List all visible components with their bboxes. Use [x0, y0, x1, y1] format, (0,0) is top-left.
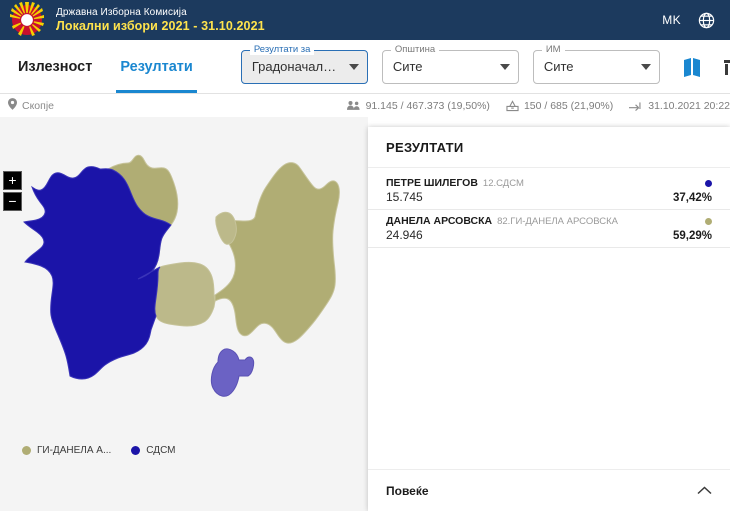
header-actions: MK — [662, 11, 716, 30]
app-header: Државна Изборна Комисија Локални избори … — [0, 0, 730, 40]
map-region-olive-peak[interactable] — [215, 211, 237, 245]
candidate-figures: 15.745 37,42% — [386, 190, 712, 204]
bar-chart-view-icon[interactable] — [722, 55, 730, 79]
map-container[interactable]: + − ГИ-ДАНЕЛА А... СДСМ — [0, 117, 368, 511]
candidate-name: ПЕТРЕ ШИЛЕГОВ — [386, 177, 478, 189]
ballot-box-stat-text: 150 / 685 (21,90%) — [523, 99, 614, 112]
results-list: ПЕТРЕ ШИЛЕГОВ 12.СДСМ 15.745 37,42% ДАНЕ… — [368, 168, 730, 469]
results-for-value: Градоначалник на... — [251, 59, 341, 74]
im-legend: ИМ — [541, 43, 565, 55]
candidate-name: ДАНЕЛА АРСОВСКА — [386, 215, 493, 227]
candidate-votes: 24.946 — [386, 228, 423, 242]
ballot-box-icon — [506, 99, 519, 112]
language-code[interactable]: MK — [662, 13, 681, 27]
legend-label-arsovska: ГИ-ДАНЕЛА А... — [37, 445, 112, 456]
legend-dot-olive — [22, 446, 31, 455]
map-region-olive-center[interactable] — [154, 261, 216, 327]
view-mode-icons — [680, 55, 730, 79]
candidate-percent: 37,42% — [672, 192, 712, 204]
status-strip: Скопје 91.145 / 467.373 (19,50%) 150 / 6… — [0, 94, 730, 117]
candidate-color-dot — [705, 218, 712, 225]
statistics-group: 91.145 / 467.373 (19,50%) 150 / 685 (21,… — [346, 99, 730, 112]
zoom-in-button[interactable]: + — [3, 171, 22, 190]
election-results-app: Државна Изборна Комисија Локални избори … — [0, 0, 730, 511]
macedonia-sun-emblem — [4, 0, 50, 40]
map-view-icon[interactable] — [680, 55, 704, 79]
im-select[interactable]: ИМ Сите — [532, 43, 660, 84]
municipality-value: Сите — [392, 59, 423, 74]
skopje-municipalities-map[interactable] — [0, 117, 368, 447]
legend-item-sdsm[interactable]: СДСМ — [131, 445, 176, 456]
tab-izleznost-label: Излезност — [18, 58, 93, 75]
breadcrumb[interactable]: Скопје — [8, 98, 54, 113]
chevron-up-icon[interactable] — [697, 486, 712, 495]
candidate-header: ДАНЕЛА АРСОВСКА 82.ГИ-ДАНЕЛА АРСОВСКА — [386, 215, 712, 227]
results-panel: РЕЗУЛТАТИ ПЕТРЕ ШИЛЕГОВ 12.СДСМ 15.745 3… — [368, 127, 730, 511]
im-value: Сите — [543, 59, 574, 74]
candidate-figures: 24.946 59,29% — [386, 228, 712, 242]
zoom-out-button[interactable]: − — [3, 192, 22, 211]
candidate-row[interactable]: ДАНЕЛА АРСОВСКА 82.ГИ-ДАНЕЛА АРСОВСКА 24… — [368, 210, 730, 248]
voters-icon — [346, 100, 361, 111]
candidate-votes: 15.745 — [386, 190, 423, 204]
location-pin-icon — [8, 98, 17, 113]
toolbar: Излезност Резултати Резултати за Градона… — [0, 40, 730, 94]
institution-name: Државна Изборна Комисија — [56, 7, 187, 19]
candidate-row[interactable]: ПЕТРЕ ШИЛЕГОВ 12.СДСМ 15.745 37,42% — [368, 172, 730, 210]
breadcrumb-label: Скопје — [22, 99, 54, 112]
candidate-party: 82.ГИ-ДАНЕЛА АРСОВСКА — [497, 216, 618, 227]
chevron-down-icon — [348, 63, 359, 70]
candidate-party: 12.СДСМ — [482, 178, 524, 189]
last-update-icon — [629, 100, 643, 111]
legend-label-sdsm: СДСМ — [146, 445, 176, 456]
tab-rezultati-label: Резултати — [120, 58, 193, 75]
chevron-down-icon — [499, 63, 510, 70]
last-update-stat: 31.10.2021 20:22 — [629, 100, 730, 112]
last-update-text: 31.10.2021 20:22 — [648, 99, 730, 112]
show-more-label: Повеќе — [386, 483, 429, 498]
filter-group: Резултати за Градоначалник на... Општина… — [240, 43, 660, 84]
map-region-blue-center[interactable] — [210, 348, 255, 397]
results-panel-title: РЕЗУЛТАТИ — [368, 127, 730, 168]
tab-rezultati[interactable]: Резултати — [106, 40, 207, 93]
legend-item-arsovska[interactable]: ГИ-ДАНЕЛА А... — [22, 445, 111, 456]
ballot-box-stat: 150 / 685 (21,90%) — [506, 100, 613, 112]
candidate-header: ПЕТРЕ ШИЛЕГОВ 12.СДСМ — [386, 177, 712, 189]
municipality-legend: Општина — [390, 43, 440, 55]
legend-dot-blue — [131, 446, 141, 455]
show-more-row[interactable]: Повеќе — [368, 469, 730, 511]
view-tabs: Излезност Резултати — [4, 40, 207, 93]
candidate-percent: 59,29% — [672, 230, 712, 242]
map-region-olive-east[interactable] — [214, 162, 340, 344]
chevron-down-icon — [640, 63, 651, 70]
results-for-legend: Резултати за — [249, 43, 315, 55]
map-legend: ГИ-ДАНЕЛА А... СДСМ — [22, 445, 176, 456]
map-zoom-controls: + − — [3, 171, 22, 213]
voters-stat: 91.145 / 467.373 (19,50%) — [346, 99, 490, 112]
election-name: Локални избори 2021 - 31.10.2021 — [56, 18, 265, 33]
globe-icon[interactable] — [697, 11, 716, 30]
tab-izleznost[interactable]: Излезност — [4, 40, 106, 93]
candidate-color-dot — [705, 180, 712, 187]
voters-stat-text: 91.145 / 467.373 (19,50%) — [365, 99, 490, 112]
municipality-select[interactable]: Општина Сите — [381, 43, 519, 84]
header-titles: Државна Изборна Комисија Локални избори … — [56, 7, 662, 33]
results-for-select[interactable]: Резултати за Градоначалник на... — [240, 43, 368, 84]
